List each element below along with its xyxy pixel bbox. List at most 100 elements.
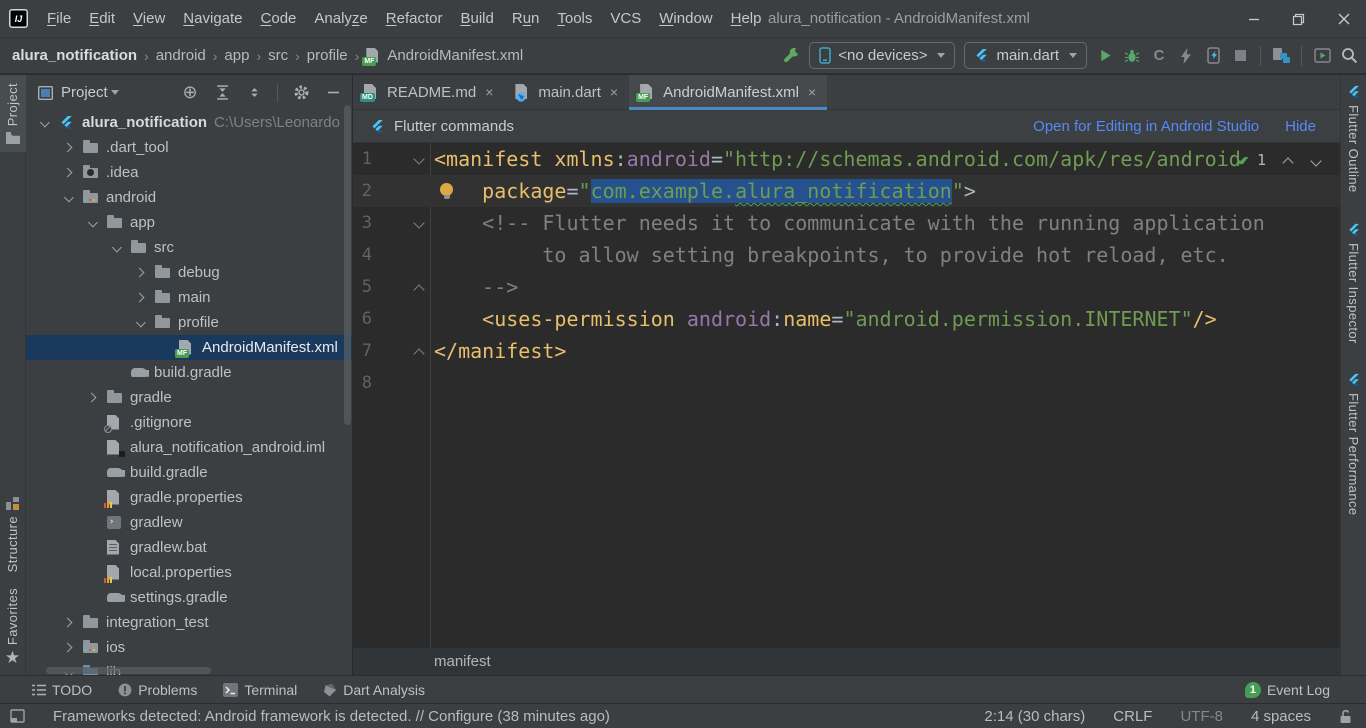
- tree-item-.gitignore[interactable]: .gitignore: [26, 410, 352, 435]
- editor-tab-readme.md[interactable]: MDREADME.md×: [353, 75, 504, 109]
- toolwindow-toggle-icon[interactable]: [10, 709, 25, 723]
- tree-item-gradle[interactable]: gradle: [26, 385, 352, 410]
- tree-chevron-icon[interactable]: [83, 390, 99, 406]
- menu-tools[interactable]: Tools: [548, 10, 601, 27]
- tree-item-build.gradle[interactable]: build.gradle: [26, 460, 352, 485]
- close-tab-icon[interactable]: ×: [808, 84, 816, 100]
- menu-help[interactable]: Help: [722, 10, 771, 27]
- menu-file[interactable]: File: [38, 10, 80, 27]
- event-log[interactable]: 1 Event Log: [1245, 682, 1330, 698]
- hide-panel-icon[interactable]: [324, 84, 342, 102]
- breadcrumb-item[interactable]: src: [268, 47, 288, 64]
- tree-vertical-scrollbar[interactable]: [344, 105, 351, 425]
- fold-marker-icon[interactable]: [409, 335, 429, 367]
- code-line-7[interactable]: 7</manifest>: [353, 335, 1340, 367]
- menu-code[interactable]: Code: [252, 10, 306, 27]
- maximize-icon[interactable]: [1276, 0, 1321, 38]
- menu-run[interactable]: Run: [503, 10, 549, 27]
- caret-position[interactable]: 2:14 (30 chars): [984, 708, 1085, 725]
- fold-marker-icon[interactable]: [409, 271, 429, 303]
- menu-window[interactable]: Window: [650, 10, 721, 27]
- tree-item-settings.gradle[interactable]: settings.gradle: [26, 585, 352, 610]
- dart-analysis-toolwindow[interactable]: Dart Analysis: [323, 682, 425, 698]
- stripe-tab-flutter-performance[interactable]: Flutter Performance: [1341, 365, 1366, 523]
- tree-item-local.properties[interactable]: local.properties: [26, 560, 352, 585]
- stripe-tab-favorites[interactable]: Favorites ★: [0, 580, 26, 675]
- flutter-wrench-icon[interactable]: [782, 47, 800, 65]
- tree-chevron-icon[interactable]: [131, 265, 147, 281]
- tree-item-src[interactable]: src: [26, 235, 352, 260]
- code-line-6[interactable]: 6 <uses-permission android:name="android…: [353, 303, 1340, 335]
- project-structure-icon[interactable]: [1272, 47, 1290, 65]
- menu-refactor[interactable]: Refactor: [377, 10, 452, 27]
- lock-icon[interactable]: [1339, 709, 1352, 724]
- stripe-tab-structure[interactable]: Structure: [0, 489, 26, 580]
- hide-banner-link[interactable]: Hide: [1285, 118, 1316, 135]
- problems-toolwindow[interactable]: Problems: [118, 682, 197, 698]
- code-line-2[interactable]: 2 package="com.example.alura_notificatio…: [353, 175, 1340, 207]
- tree-chevron-icon[interactable]: [35, 115, 51, 131]
- tree-item-ios[interactable]: ios: [26, 635, 352, 660]
- search-everywhere-icon[interactable]: [1340, 47, 1358, 65]
- run-anything-icon[interactable]: [1313, 47, 1331, 65]
- tree-item-.dart_tool[interactable]: .dart_tool: [26, 135, 352, 160]
- debug-button[interactable]: [1123, 47, 1141, 65]
- line-ending[interactable]: CRLF: [1113, 708, 1152, 725]
- open-in-android-studio-link[interactable]: Open for Editing in Android Studio: [1033, 118, 1259, 135]
- tree-item-gradle.properties[interactable]: gradle.properties: [26, 485, 352, 510]
- hot-reload-icon[interactable]: [1177, 47, 1195, 65]
- run-button[interactable]: [1096, 47, 1114, 65]
- tree-chevron-icon[interactable]: [59, 190, 75, 206]
- tree-item-debug[interactable]: debug: [26, 260, 352, 285]
- status-message[interactable]: Frameworks detected: Android framework i…: [53, 708, 610, 725]
- stop-button[interactable]: [1231, 47, 1249, 65]
- tree-chevron-icon[interactable]: [59, 615, 75, 631]
- menu-edit[interactable]: Edit: [80, 10, 124, 27]
- code-editor[interactable]: 1<manifest xmlns:android="http://schemas…: [353, 143, 1340, 648]
- close-tab-icon[interactable]: ×: [485, 84, 493, 100]
- inspection-widget[interactable]: ✔✔ 1: [1238, 151, 1322, 169]
- stripe-tab-project[interactable]: Project: [0, 75, 26, 152]
- tree-item-.idea[interactable]: .idea: [26, 160, 352, 185]
- tree-item-integration_test[interactable]: integration_test: [26, 610, 352, 635]
- code-line-5[interactable]: 5 -->: [353, 271, 1340, 303]
- editor-tab-main.dart[interactable]: main.dart×: [504, 75, 629, 109]
- menu-build[interactable]: Build: [451, 10, 502, 27]
- fold-marker-icon[interactable]: [409, 207, 429, 239]
- editor-tab-androidmanifest.xml[interactable]: MFAndroidManifest.xml×: [629, 75, 827, 109]
- tree-chevron-icon[interactable]: [59, 140, 75, 156]
- code-line-3[interactable]: 3 <!-- Flutter needs it to communicate w…: [353, 207, 1340, 239]
- locate-file-icon[interactable]: ⊕: [181, 84, 199, 102]
- tree-item-app[interactable]: app: [26, 210, 352, 235]
- menu-analyze[interactable]: Analyze: [305, 10, 376, 27]
- tree-chevron-icon[interactable]: [131, 315, 147, 331]
- panel-title[interactable]: Project: [61, 84, 108, 101]
- breadcrumb-item[interactable]: profile: [307, 47, 348, 64]
- indent-setting[interactable]: 4 spaces: [1251, 708, 1311, 725]
- tree-item-alura_notification_android.iml[interactable]: alura_notification_android.iml: [26, 435, 352, 460]
- tree-chevron-icon[interactable]: [83, 215, 99, 231]
- code-line-4[interactable]: 4 to allow setting breakpoints, to provi…: [353, 239, 1340, 271]
- stripe-tab-flutter-outline[interactable]: Flutter Outline: [1341, 75, 1366, 201]
- close-icon[interactable]: [1321, 0, 1366, 38]
- device-selector[interactable]: <no devices>: [809, 42, 955, 69]
- breadcrumb-item[interactable]: app: [224, 47, 249, 64]
- tree-item-android[interactable]: android: [26, 185, 352, 210]
- minimize-icon[interactable]: [1231, 0, 1276, 38]
- tree-chevron-icon[interactable]: [59, 640, 75, 656]
- tree-chevron-icon[interactable]: [131, 290, 147, 306]
- menu-view[interactable]: View: [124, 10, 174, 27]
- chevron-down-icon[interactable]: [111, 90, 119, 95]
- tree-item-profile[interactable]: profile: [26, 310, 352, 335]
- tree-item-alura_notification[interactable]: alura_notificationC:\Users\Leonardo: [26, 110, 352, 135]
- breadcrumb-item[interactable]: android: [156, 47, 206, 64]
- editor-breadcrumb[interactable]: manifest: [353, 648, 1340, 675]
- tree-horizontal-scrollbar[interactable]: [46, 667, 211, 674]
- stripe-tab-flutter-inspector[interactable]: Flutter Inspector: [1341, 215, 1366, 352]
- menu-navigate[interactable]: Navigate: [174, 10, 251, 27]
- fold-marker-icon[interactable]: [409, 143, 429, 175]
- tree-chevron-icon[interactable]: [107, 240, 123, 256]
- tree-item-gradlew.bat[interactable]: gradlew.bat: [26, 535, 352, 560]
- tree-item-build.gradle[interactable]: build.gradle: [26, 360, 352, 385]
- close-tab-icon[interactable]: ×: [610, 84, 618, 100]
